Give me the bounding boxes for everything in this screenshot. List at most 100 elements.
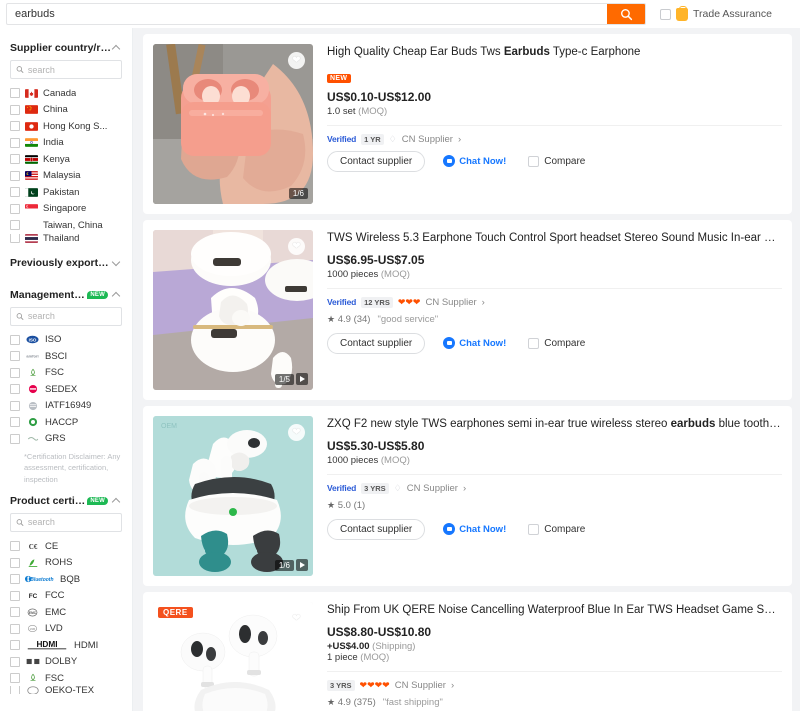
facet-search-management-cert[interactable] [10,306,122,326]
wishlist-button[interactable]: ❤ [288,610,305,627]
wishlist-button[interactable]: ❤ [288,424,305,441]
checkbox[interactable] [10,334,20,345]
checkbox[interactable] [10,656,20,667]
filter-option-fcc[interactable]: FC FCC [10,587,122,604]
compare-checkbox[interactable] [528,337,540,349]
filter-option-malaysia[interactable]: Malaysia [10,168,122,185]
checkbox[interactable] [10,104,20,115]
product-title[interactable]: High Quality Cheap Ear Buds Tws Earbuds … [327,45,782,61]
search-box[interactable] [6,3,646,25]
checkbox[interactable] [10,351,20,362]
country-search-input[interactable] [27,64,116,75]
supplier-link[interactable]: CN Supplier [407,483,458,494]
checkbox[interactable] [10,574,20,584]
contact-supplier-button[interactable]: Contact supplier [327,518,426,540]
filter-option-thailand[interactable]: Thailand [10,233,122,243]
filter-option-singapore[interactable]: Singapore [10,201,122,218]
checkbox[interactable] [10,384,20,395]
filter-option-rohs[interactable]: ROHS [10,554,122,571]
search-input[interactable] [7,4,607,24]
filter-option-pakistan[interactable]: Pakistan [10,184,122,201]
chat-now-button[interactable]: Chat Now! [443,523,506,536]
filter-option-hong-kong[interactable]: Hong Kong S... [10,118,122,135]
contact-supplier-button[interactable]: Contact supplier [327,332,426,354]
filter-option-hdmi[interactable]: HDMI HDMI [10,637,122,654]
checkbox[interactable] [10,154,20,165]
checkbox[interactable] [10,137,20,148]
trade-assurance-filter[interactable]: Trade Assurance [660,5,772,21]
checkbox[interactable] [10,233,20,243]
product-cert-search-input[interactable] [27,517,116,528]
filter-option-iatf16949[interactable]: IATF16949 [10,398,122,415]
filter-option-fsc-product[interactable]: FSC [10,670,122,687]
product-title[interactable]: Ship From UK QERE Noise Cancelling Water… [327,603,782,619]
filter-option-canada[interactable]: Canada [10,85,122,102]
supplier-link[interactable]: CN Supplier [425,297,476,308]
checkbox[interactable] [10,541,20,551]
product-image[interactable]: ❤ 1/5 [153,230,313,390]
checkbox[interactable] [10,203,20,214]
filter-option-haccp[interactable]: HACCP [10,414,122,431]
chevron-up-icon[interactable] [112,290,122,300]
chat-now-button[interactable]: Chat Now! [443,155,506,168]
checkbox[interactable] [10,557,20,568]
checkbox[interactable] [10,673,20,683]
filter-option-oeko-tex[interactable]: OEKO-TEX [10,686,122,695]
checkbox[interactable] [10,623,20,634]
checkbox[interactable] [10,187,20,198]
supplier-link[interactable]: CN Supplier [402,134,453,145]
facet-supplier-country-header[interactable]: Supplier country/region [10,36,122,60]
play-video-icon[interactable] [296,373,308,385]
wishlist-button[interactable]: ❤ [288,238,305,255]
compare-checkbox[interactable] [528,155,540,167]
facet-previously-exported-header[interactable]: Previously exported to [10,251,122,275]
wishlist-button[interactable]: ❤ [288,52,305,69]
filter-option-lvd[interactable]: LVD LVD [10,620,122,637]
checkbox[interactable] [10,640,20,650]
chevron-up-icon[interactable] [112,43,122,53]
product-card[interactable]: OEM ❤ 1/6 ZXQ F2 new style TWS earphones… [143,406,792,586]
checkbox[interactable] [10,121,20,132]
filter-option-taiwan[interactable]: Taiwan, China [10,217,122,234]
product-card[interactable]: QERE ❤ Ship From UK QERE Noise Cancellin… [143,592,792,711]
filter-option-sedex[interactable]: SEDEX [10,381,122,398]
checkbox[interactable] [10,686,20,695]
product-title[interactable]: TWS Wireless 5.3 Earphone Touch Control … [327,231,782,247]
chevron-up-icon[interactable] [112,496,122,506]
checkbox[interactable] [10,417,20,428]
checkbox[interactable] [10,433,20,444]
filter-option-kenya[interactable]: Kenya [10,151,122,168]
checkbox[interactable] [10,400,20,411]
compare-toggle[interactable]: Compare [528,337,585,349]
search-button[interactable] [607,4,645,24]
checkbox[interactable] [10,88,20,99]
product-image[interactable]: QERE ❤ [153,602,313,711]
filter-option-bsci[interactable]: amfori BSCI [10,348,122,365]
checkbox[interactable] [10,590,20,601]
contact-supplier-button[interactable]: Contact supplier [327,150,426,172]
management-cert-search-input[interactable] [27,311,116,321]
facet-search-country[interactable] [10,60,122,79]
filter-option-grs[interactable]: GRS [10,431,122,448]
chevron-down-icon[interactable] [112,258,122,268]
product-card[interactable]: ❤ 1/6 High Quality Cheap Ear Buds Tws Ea… [143,34,792,214]
supplier-link[interactable]: CN Supplier [395,680,446,691]
filter-option-iso[interactable]: ISO ISO [10,332,122,349]
facet-product-certification-header[interactable]: Product certificati... NEW [10,489,122,513]
facet-management-certification-header[interactable]: Management certi... NEW [10,283,122,307]
filter-option-emc[interactable]: EMC EMC [10,604,122,621]
compare-toggle[interactable]: Compare [528,523,585,535]
checkbox[interactable] [10,170,20,181]
filter-option-india[interactable]: India [10,135,122,152]
checkbox[interactable] [10,607,20,617]
filter-option-fsc[interactable]: FSC [10,365,122,382]
filter-option-dolby[interactable]: DOLBY [10,653,122,670]
product-card[interactable]: ❤ 1/5 TWS Wireless 5.3 Earphone Touch Co… [143,220,792,400]
product-image[interactable]: OEM ❤ 1/6 [153,416,313,576]
play-video-icon[interactable] [296,559,308,571]
compare-toggle[interactable]: Compare [528,155,585,167]
facet-search-product-cert[interactable] [10,512,122,532]
compare-checkbox[interactable] [528,523,540,535]
checkbox[interactable] [10,367,20,378]
filter-option-china[interactable]: China [10,102,122,119]
